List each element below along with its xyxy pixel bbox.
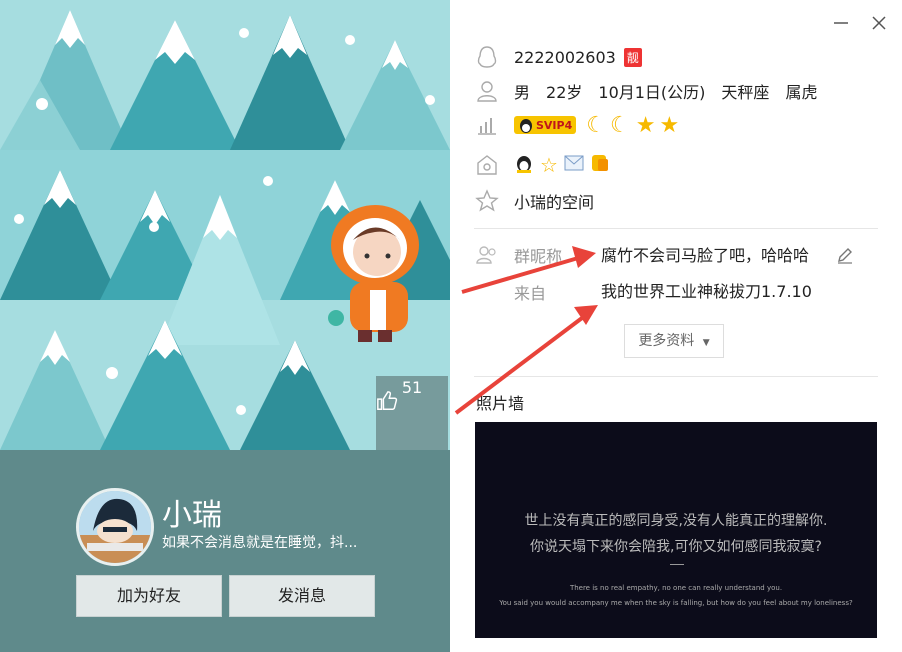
mail-badge-icon[interactable]: [564, 155, 584, 175]
signature: 如果不会消息就是在睡觉，抖...: [162, 535, 358, 551]
minimize-icon: [834, 22, 848, 24]
source-group-value: 我的世界工业神秘拔刀1.7.10: [601, 282, 812, 301]
group-nickname-row: 群昵称: [474, 242, 562, 268]
moon-icon: ☾: [609, 112, 630, 138]
space-row[interactable]: 小瑞的空间: [474, 188, 594, 214]
penguin-badge-icon[interactable]: [514, 153, 534, 177]
star-icon: ★: [659, 112, 680, 138]
avatar-image: [79, 491, 151, 563]
penguin-icon: [474, 44, 500, 70]
svip-badge: SVIP4: [514, 116, 577, 134]
qq-number-row: 2222002603 靓: [474, 44, 642, 70]
group-people-icon: [474, 242, 500, 268]
level-chart-icon: [474, 112, 500, 138]
basic-info-row: 男 22岁 10月1日(公历) 天秤座 属虎: [474, 78, 817, 104]
close-button[interactable]: [868, 12, 890, 34]
level-row: SVIP4 ☾ ☾ ★ ★: [474, 112, 679, 138]
divider: [474, 376, 878, 377]
close-icon: [872, 16, 886, 30]
photo-english-line-2: You said you would accompany me when the…: [499, 599, 853, 607]
add-friend-button[interactable]: 加为好友: [76, 575, 222, 617]
minimize-button[interactable]: [830, 12, 852, 34]
photo-wall-image[interactable]: 世上没有真正的感同身受,没有人能真正的理解你. 你说天塌下来你会陪我,可你又如何…: [475, 422, 877, 638]
avatar[interactable]: [76, 488, 154, 566]
privilege-row: ☆: [474, 152, 610, 178]
profile-left-pane: 51: [0, 0, 450, 652]
photo-quote-line-2: 你说天塌下来你会陪我,可你又如何感同我寂寞?: [530, 539, 822, 555]
birthday: 10月1日(公历): [598, 83, 706, 102]
person-icon: [474, 78, 500, 104]
moon-icon: ☾: [586, 112, 606, 138]
zodiac: 天秤座: [721, 83, 770, 102]
photo-quote-line-1: 世上没有真正的感同身受,没有人能真正的理解你.: [524, 513, 828, 529]
more-info-label: 更多资料: [638, 333, 695, 349]
chinese-zodiac: 属虎: [785, 83, 818, 102]
penguin-icon: [520, 119, 532, 133]
star-badge-icon[interactable]: ☆: [540, 153, 558, 177]
space-link[interactable]: 小瑞的空间: [514, 189, 594, 213]
caret-down-icon: ▼: [702, 338, 710, 348]
like-box[interactable]: 51: [376, 376, 448, 450]
star-icon: ★: [635, 112, 656, 138]
group-nickname-label: 群昵称: [514, 247, 563, 266]
house-icon: [474, 152, 500, 178]
more-info-button[interactable]: 更多资料 ▼: [624, 324, 724, 358]
source-label: 来自: [514, 284, 547, 303]
thumbs-up-icon: [377, 391, 398, 410]
display-name: 小瑞: [162, 498, 222, 533]
photo-english-line-1: There is no real empathy, no one can rea…: [569, 584, 783, 592]
cover-image: 51: [0, 0, 450, 450]
star-outline-icon: [474, 188, 500, 214]
gender: 男: [514, 83, 531, 102]
age: 22岁: [546, 83, 583, 102]
send-message-button[interactable]: 发消息: [229, 575, 375, 617]
pencil-icon: [838, 248, 852, 264]
photo-divider: [670, 564, 684, 565]
qq-number: 2222002603: [514, 47, 616, 67]
shield-badge-icon[interactable]: [590, 153, 610, 177]
pretty-number-badge: 靓: [623, 47, 642, 67]
photo-wall-title: 照片墙: [476, 394, 525, 413]
divider: [474, 228, 878, 229]
group-nickname-value: 腐竹不会司马脸了吧，哈哈哈: [601, 246, 810, 265]
edit-nickname-button[interactable]: [836, 246, 854, 268]
